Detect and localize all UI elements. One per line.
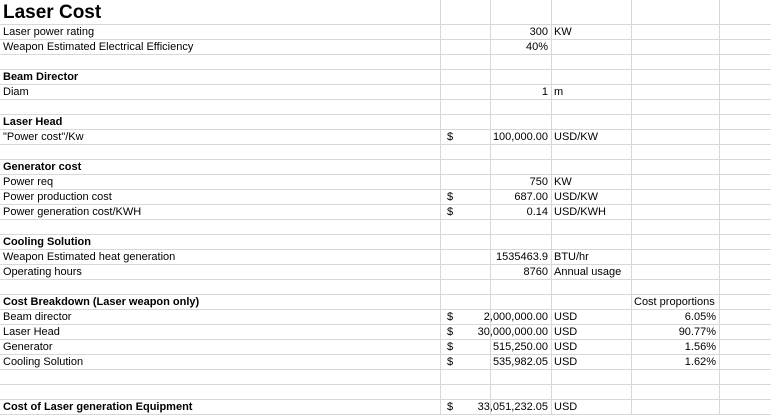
value-cell[interactable]: 300 xyxy=(490,25,548,40)
unit-cell[interactable]: USD xyxy=(554,355,629,370)
column-gridline xyxy=(719,0,720,415)
section-header-cell[interactable]: Generator cost xyxy=(3,160,523,175)
unit-cell[interactable]: USD/KW xyxy=(554,190,629,205)
value-cell[interactable]: 1 xyxy=(490,85,548,100)
value-cell[interactable]: 33,051,232.05 xyxy=(460,400,548,415)
unit-cell[interactable]: KW xyxy=(554,25,629,40)
currency-symbol-cell[interactable]: $ xyxy=(447,190,487,205)
proportion-cell[interactable]: 1.62% xyxy=(634,355,716,370)
section-header-cell[interactable]: Beam Director xyxy=(3,70,523,85)
unit-cell[interactable]: USD/KW xyxy=(554,130,629,145)
section-header-cell[interactable]: Cost of Laser generation Equipment xyxy=(3,400,523,415)
label-cell[interactable]: Cooling Solution xyxy=(3,355,523,370)
column-gridline xyxy=(551,0,552,415)
column-header-cell[interactable]: Cost proportions xyxy=(634,295,764,310)
label-cell[interactable]: Generator xyxy=(3,340,523,355)
unit-cell[interactable]: m xyxy=(554,85,629,100)
value-cell[interactable]: 515,250.00 xyxy=(460,340,548,355)
label-cell[interactable]: Beam director xyxy=(3,310,523,325)
unit-cell[interactable]: USD xyxy=(554,400,629,415)
label-cell[interactable]: Power production cost xyxy=(3,190,523,205)
proportion-cell[interactable]: 6.05% xyxy=(634,310,716,325)
section-header-cell[interactable]: Laser Head xyxy=(3,115,523,130)
unit-cell[interactable]: KW xyxy=(554,175,629,190)
section-header-cell[interactable]: Cooling Solution xyxy=(3,235,523,250)
spreadsheet-grid[interactable]: Laser Cost Laser power rating 300 KW Weapon … xyxy=(0,0,771,415)
value-cell[interactable]: 100,000.00 xyxy=(460,130,548,145)
value-cell[interactable]: 40% xyxy=(490,40,548,55)
proportion-cell[interactable]: 90.77% xyxy=(634,325,716,340)
label-cell[interactable]: Power req xyxy=(3,175,523,190)
label-cell[interactable]: Diam xyxy=(3,85,523,100)
value-cell[interactable]: 1535463.9 xyxy=(490,250,548,265)
unit-cell[interactable]: USD xyxy=(554,325,629,340)
currency-symbol-cell[interactable]: $ xyxy=(447,205,487,220)
sheet-title-cell[interactable]: Laser Cost xyxy=(3,2,433,24)
label-cell[interactable]: Power generation cost/KWH xyxy=(3,205,523,220)
value-cell[interactable]: 2,000,000.00 xyxy=(460,310,548,325)
label-cell[interactable]: Weapon Estimated Electrical Efficiency xyxy=(3,40,523,55)
proportion-cell[interactable]: 1.56% xyxy=(634,340,716,355)
value-cell[interactable]: 8760 xyxy=(490,265,548,280)
value-cell[interactable]: 750 xyxy=(490,175,548,190)
column-gridline xyxy=(631,0,632,415)
value-cell[interactable]: 30,000,000.00 xyxy=(460,325,548,340)
unit-cell[interactable]: Annual usage xyxy=(554,265,629,280)
value-cell[interactable]: 535,982.05 xyxy=(460,355,548,370)
label-cell[interactable]: "Power cost"/Kw xyxy=(3,130,523,145)
label-cell[interactable]: Weapon Estimated heat generation xyxy=(3,250,523,265)
label-cell[interactable]: Laser power rating xyxy=(3,25,523,40)
row-gridline xyxy=(0,384,771,385)
label-cell[interactable]: Laser Head xyxy=(3,325,523,340)
unit-cell[interactable]: USD/KWH xyxy=(554,205,629,220)
label-cell[interactable]: Operating hours xyxy=(3,265,523,280)
value-cell[interactable]: 0.14 xyxy=(490,205,548,220)
unit-cell[interactable]: BTU/hr xyxy=(554,250,629,265)
unit-cell[interactable]: USD xyxy=(554,310,629,325)
section-header-cell[interactable]: Cost Breakdown (Laser weapon only) xyxy=(3,295,523,310)
unit-cell[interactable]: USD xyxy=(554,340,629,355)
value-cell[interactable]: 687.00 xyxy=(490,190,548,205)
